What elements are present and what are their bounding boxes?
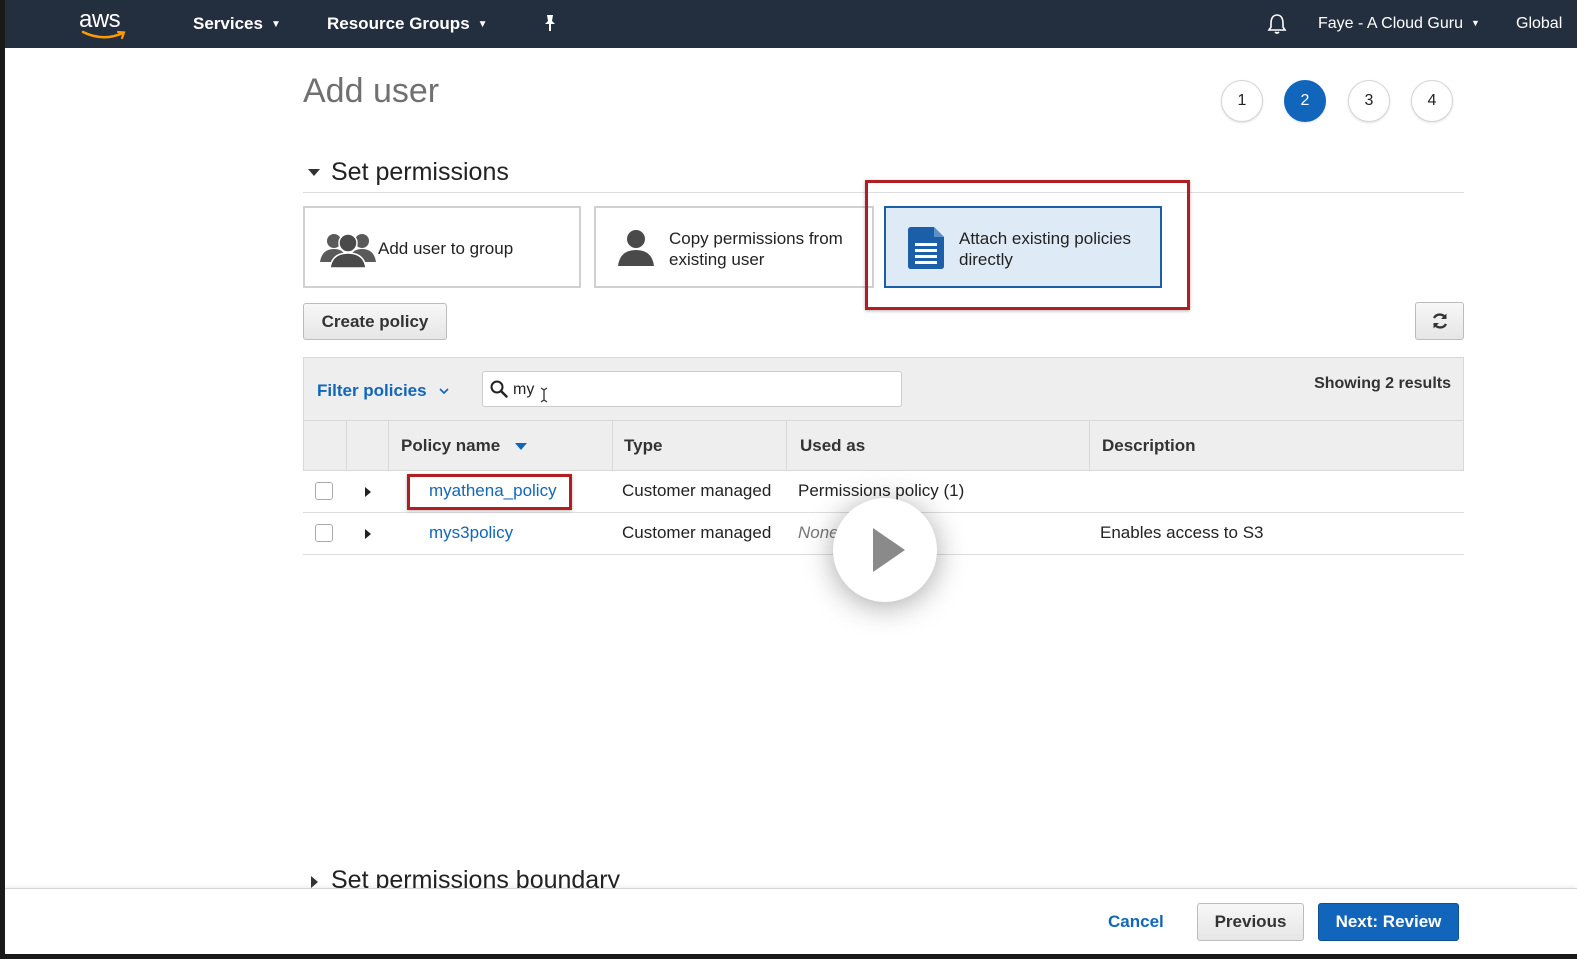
pin-icon[interactable] [541, 13, 559, 33]
cancel-button[interactable]: Cancel [1108, 912, 1164, 932]
add-user-to-group-option[interactable]: Add user to group [303, 206, 581, 288]
used-as-column-header[interactable]: Used as [800, 421, 865, 470]
policy-name-link[interactable]: mys3policy [429, 513, 513, 553]
services-menu[interactable]: Services ▼ [193, 14, 281, 34]
search-icon [490, 380, 508, 398]
top-nav-bar: aws Services ▼ Resource Groups ▼ Faye - A … [5, 0, 1577, 48]
type-column-header[interactable]: Type [624, 421, 662, 470]
policy-type-cell: Customer managed [622, 523, 772, 542]
caret-down-icon: ▼ [477, 19, 488, 30]
attach-policies-label-line1: Attach existing policies [959, 229, 1131, 248]
account-label: Faye - A Cloud Guru [1318, 15, 1463, 32]
bell-icon[interactable] [1267, 13, 1287, 35]
row-checkbox[interactable] [315, 524, 333, 542]
document-icon [908, 227, 944, 269]
wizard-step-2[interactable]: 2 [1284, 80, 1326, 122]
copy-permissions-label-line1: Copy permissions from [669, 229, 843, 248]
attach-existing-policies-option[interactable]: Attach existing policies directly [884, 206, 1162, 288]
section-collapse-caret-icon[interactable] [308, 169, 320, 176]
filter-toolbar: Filter policies my Showing 2 results [303, 357, 1464, 421]
region-menu[interactable]: Global [1516, 15, 1562, 33]
page-title: Add user [303, 72, 440, 110]
chevron-down-icon [439, 388, 449, 395]
smile-arrow-icon [81, 30, 126, 40]
previous-button[interactable]: Previous [1197, 903, 1304, 941]
add-user-to-group-label: Add user to group [378, 239, 514, 258]
text-cursor-icon [540, 387, 548, 403]
section-expand-caret-icon[interactable] [311, 876, 318, 888]
expand-row-caret-icon[interactable] [365, 487, 371, 497]
create-policy-button[interactable]: Create policy [303, 303, 447, 340]
attach-policies-label-line2: directly [959, 250, 1013, 269]
video-play-button[interactable] [833, 498, 937, 602]
filter-policies-dropdown[interactable]: Filter policies [317, 381, 449, 401]
refresh-button[interactable] [1415, 302, 1464, 340]
wizard-footer: Cancel Previous Next: Review [5, 888, 1577, 954]
expand-row-caret-icon[interactable] [365, 529, 371, 539]
column-divider [612, 421, 613, 470]
aws-logo[interactable]: aws [77, 6, 133, 42]
sort-descending-icon [514, 443, 527, 450]
filter-policies-label: Filter policies [317, 381, 427, 400]
results-count: Showing 2 results [1314, 375, 1451, 392]
wizard-step-1[interactable]: 1 [1221, 80, 1263, 122]
account-menu[interactable]: Faye - A Cloud Guru ▼ [1318, 15, 1480, 33]
wizard-step-4[interactable]: 4 [1411, 80, 1453, 122]
caret-down-icon: ▼ [1470, 18, 1480, 28]
row-checkbox[interactable] [315, 482, 333, 500]
policy-description-cell: Enables access to S3 [1100, 523, 1264, 542]
resource-groups-menu[interactable]: Resource Groups ▼ [327, 14, 488, 34]
section-divider [303, 192, 1464, 193]
refresh-icon [1432, 313, 1448, 329]
policy-name-column-header[interactable]: Policy name [401, 421, 527, 470]
column-divider [388, 421, 389, 470]
description-column-header[interactable]: Description [1102, 421, 1196, 470]
copy-permissions-label-line2: existing user [669, 250, 765, 269]
policy-search-input[interactable]: my [482, 371, 902, 407]
policy-name-header-label: Policy name [401, 436, 501, 455]
column-divider [346, 421, 347, 470]
policy-type-cell: Customer managed [622, 481, 772, 500]
policies-table-header: Policy name Type Used as Description [303, 421, 1464, 471]
next-review-button[interactable]: Next: Review [1318, 903, 1459, 941]
group-icon [320, 233, 376, 268]
wizard-step-3[interactable]: 3 [1348, 80, 1390, 122]
play-icon [873, 528, 905, 572]
services-label: Services [193, 14, 263, 33]
column-divider [786, 421, 787, 470]
user-icon [618, 230, 654, 266]
policy-name-link[interactable]: myathena_policy [429, 471, 557, 511]
resource-groups-label: Resource Groups [327, 14, 470, 33]
set-permissions-heading[interactable]: Set permissions [331, 158, 509, 187]
console-window: aws Services ▼ Resource Groups ▼ Faye - A … [5, 0, 1577, 954]
column-divider [1089, 421, 1090, 470]
search-query-text: my [513, 381, 535, 398]
caret-down-icon: ▼ [270, 19, 281, 30]
copy-permissions-option[interactable]: Copy permissions from existing user [594, 206, 874, 288]
